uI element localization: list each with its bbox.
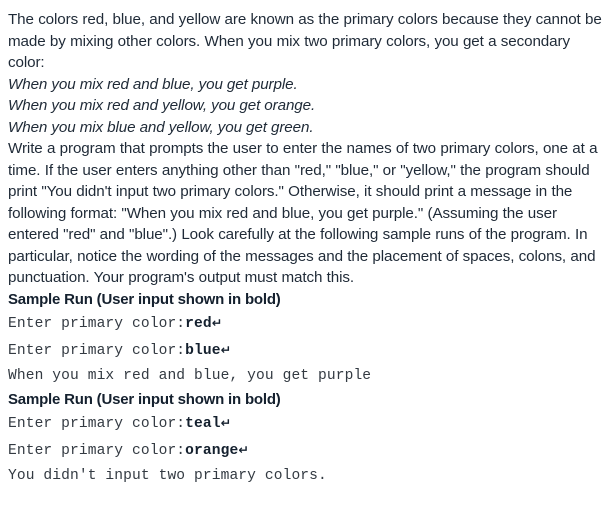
exercise-document: The colors red, blue, and yellow are kno…	[0, 0, 613, 489]
prompt-text: Enter primary color:	[8, 315, 186, 332]
carriage-return-icon: ↵	[220, 341, 232, 357]
color-mix-example-3: When you mix blue and yellow, you get gr…	[8, 118, 314, 136]
carriage-return-icon: ↵	[211, 314, 223, 330]
prompt-text: Enter primary color:	[8, 442, 186, 459]
sample-run-2-heading: Sample Run (User input shown in bold)	[8, 390, 281, 408]
sample-run-2-line-1: Enter primary color:teal↵	[8, 410, 605, 437]
user-input-text: red	[185, 315, 212, 332]
sample-run-1-line-1: Enter primary color:red↵	[8, 310, 605, 337]
user-input-text: blue	[185, 342, 221, 359]
sample-run-2-line-3: You didn't input two primary colors.	[8, 464, 605, 489]
sample-run-1-line-3: When you mix red and blue, you get purpl…	[8, 364, 605, 389]
color-mix-example-2: When you mix red and yellow, you get ora…	[8, 97, 316, 114]
carriage-return-icon: ↵	[220, 414, 232, 430]
carriage-return-icon: ↵	[238, 441, 249, 457]
user-input-text: teal	[185, 415, 221, 432]
sample-run-1-line-2: Enter primary color:blue↵	[8, 337, 605, 364]
sample-run-2-line-2: Enter primary color:orange↵	[8, 437, 605, 464]
color-mix-example-1: When you mix red and blue, you get purpl…	[8, 75, 298, 93]
output-text: You didn't input two primary colors.	[8, 467, 327, 484]
sample-run-1-heading: Sample Run (User input shown in bold)	[8, 290, 281, 308]
instructions-paragraph: Write a program that prompts the user to…	[8, 140, 598, 286]
user-input-text: orange	[185, 442, 239, 459]
intro-paragraph: The colors red, blue, and yellow are kno…	[8, 11, 602, 71]
output-text: When you mix red and blue, you get purpl…	[8, 367, 372, 384]
prompt-text: Enter primary color:	[8, 342, 186, 359]
prompt-text: Enter primary color:	[8, 415, 186, 432]
